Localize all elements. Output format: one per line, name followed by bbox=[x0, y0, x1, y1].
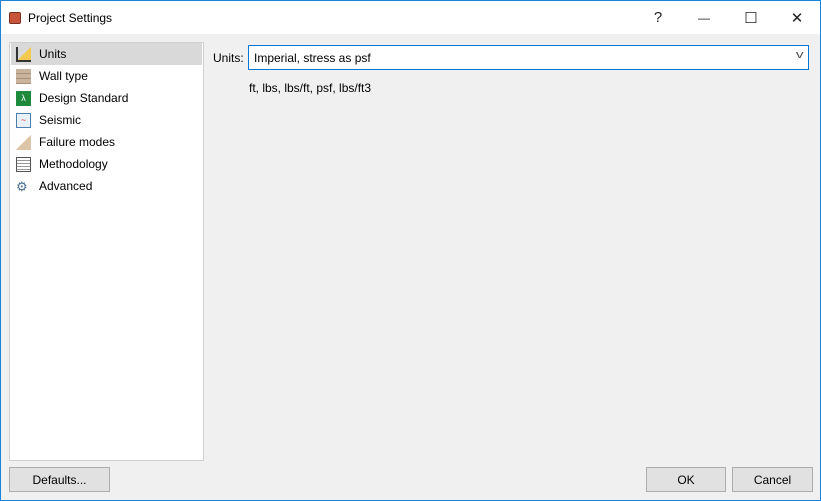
sidebar-item-failure-modes[interactable]: Failure modes bbox=[11, 131, 202, 153]
slope-icon bbox=[16, 134, 31, 150]
brick-wall-icon bbox=[16, 68, 31, 84]
help-button[interactable]: ? bbox=[635, 1, 681, 34]
sidebar-item-label: Design Standard bbox=[39, 91, 129, 105]
units-dropdown[interactable]: Imperial, stress as psf v bbox=[248, 45, 809, 70]
sidebar-item-label: Seismic bbox=[39, 113, 82, 127]
cancel-button[interactable]: Cancel bbox=[732, 467, 813, 492]
sidebar-item-advanced[interactable]: ⚙ Advanced bbox=[11, 175, 202, 197]
close-button[interactable]: ✕ bbox=[774, 1, 820, 34]
sidebar-item-label: Advanced bbox=[39, 179, 93, 193]
seismograph-icon: ~ bbox=[16, 112, 31, 128]
calculator-icon bbox=[16, 156, 31, 172]
app-icon bbox=[9, 12, 21, 24]
ok-button[interactable]: OK bbox=[646, 467, 726, 492]
settings-nav: Units Wall type λ Design Standard ~ Seis… bbox=[9, 42, 204, 461]
sidebar-item-wall-type[interactable]: Wall type bbox=[11, 65, 202, 87]
sidebar-item-label: Wall type bbox=[39, 69, 88, 83]
defaults-button[interactable]: Defaults... bbox=[9, 467, 110, 492]
units-label: Units: bbox=[213, 51, 244, 65]
sidebar-item-label: Methodology bbox=[39, 157, 108, 171]
set-square-icon bbox=[16, 46, 31, 62]
gears-icon: ⚙ bbox=[16, 178, 28, 194]
chevron-down-icon: v bbox=[795, 49, 804, 61]
sidebar-item-units[interactable]: Units bbox=[11, 43, 202, 65]
title-bar: Project Settings ? — ☐ ✕ bbox=[1, 1, 820, 34]
sidebar-item-label: Failure modes bbox=[39, 135, 116, 149]
units-description: ft, lbs, lbs/ft, psf, lbs/ft3 bbox=[249, 81, 372, 95]
sidebar-item-design-standard[interactable]: λ Design Standard bbox=[11, 87, 202, 109]
units-selected-value: Imperial, stress as psf bbox=[254, 50, 371, 65]
sidebar-item-seismic[interactable]: ~ Seismic bbox=[11, 109, 202, 131]
sidebar-item-methodology[interactable]: Methodology bbox=[11, 153, 202, 175]
maximize-button[interactable]: ☐ bbox=[728, 1, 774, 34]
sidebar-item-label: Units bbox=[39, 47, 67, 61]
minimize-button[interactable]: — bbox=[681, 1, 727, 34]
window-title: Project Settings bbox=[28, 11, 113, 25]
project-settings-dialog: Project Settings ? — ☐ ✕ Units Wall type… bbox=[0, 0, 821, 501]
book-lambda-icon: λ bbox=[16, 90, 31, 106]
